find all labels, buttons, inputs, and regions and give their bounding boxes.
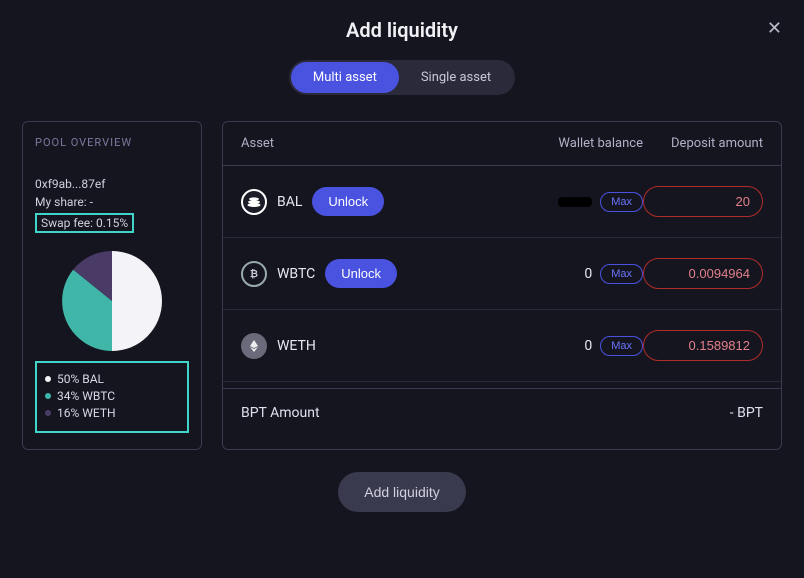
add-liquidity-button[interactable]: Add liquidity [338, 472, 466, 512]
wallet-balance: 0 [584, 338, 592, 354]
wallet-balance [558, 197, 592, 207]
unlock-button[interactable]: Unlock [325, 259, 397, 288]
legend-label: 34% WBTC [57, 389, 115, 403]
deposit-cell [643, 258, 763, 289]
max-button[interactable]: Max [600, 264, 643, 284]
deposit-input[interactable] [643, 186, 763, 217]
pie-chart-svg [62, 251, 162, 351]
deposit-input[interactable] [643, 330, 763, 361]
tabs-inner: Multi asset Single asset [289, 60, 515, 95]
assets-panel: Asset Wallet balance Deposit amount BAL … [222, 121, 782, 450]
modal-header: Add liquidity ✕ [22, 18, 782, 42]
wallet-cell: Max [533, 192, 643, 212]
asset-mode-tabs: Multi asset Single asset [22, 60, 782, 95]
legend-item-bal: 50% BAL [45, 372, 179, 386]
wallet-cell: 0 Max [533, 336, 643, 356]
max-button[interactable]: Max [600, 192, 643, 212]
content-row: POOL OVERVIEW 0xf9ab...87ef My share: - … [22, 121, 782, 450]
wbtc-token-icon: ₿ [241, 261, 267, 287]
bpt-value: - BPT [730, 405, 763, 421]
pool-pie-chart [35, 251, 189, 351]
bal-token-icon [241, 189, 267, 215]
token-symbol: WETH [277, 338, 316, 354]
deposit-input[interactable] [643, 258, 763, 289]
max-button[interactable]: Max [600, 336, 643, 356]
tab-single-asset[interactable]: Single asset [399, 62, 513, 93]
pool-overview-panel: POOL OVERVIEW 0xf9ab...87ef My share: - … [22, 121, 202, 450]
add-liquidity-modal: Add liquidity ✕ Multi asset Single asset… [0, 0, 804, 530]
my-share-label: My share: - [35, 195, 189, 209]
svg-text:₿: ₿ [250, 268, 258, 280]
legend-dot-icon [45, 393, 51, 399]
legend-dot-icon [45, 376, 51, 382]
modal-footer: Add liquidity [22, 472, 782, 512]
asset-cell: BAL Unlock [241, 187, 431, 216]
bpt-label: BPT Amount [241, 405, 320, 421]
close-icon[interactable]: ✕ [767, 20, 782, 38]
th-wallet-balance: Wallet balance [533, 136, 643, 151]
asset-row-bal: BAL Unlock Max [223, 166, 781, 238]
legend-item-weth: 16% WETH [45, 406, 179, 420]
asset-row-wbtc: ₿ WBTC Unlock 0 Max [223, 238, 781, 310]
bpt-amount-row: BPT Amount - BPT [223, 388, 781, 437]
wallet-cell: 0 Max [533, 264, 643, 284]
deposit-cell [643, 330, 763, 361]
pie-slice-bal [112, 251, 162, 351]
deposit-cell [643, 186, 763, 217]
pool-overview-heading: POOL OVERVIEW [35, 136, 189, 149]
token-symbol: WBTC [277, 266, 315, 282]
assets-table-header: Asset Wallet balance Deposit amount [223, 122, 781, 166]
weth-token-icon [241, 333, 267, 359]
th-deposit-amount: Deposit amount [643, 136, 763, 151]
unlock-button[interactable]: Unlock [312, 187, 384, 216]
tab-multi-asset[interactable]: Multi asset [291, 62, 399, 93]
pool-address: 0xf9ab...87ef [35, 177, 189, 191]
wallet-balance: 0 [584, 266, 592, 282]
legend-label: 50% BAL [57, 372, 104, 386]
pool-legend: 50% BAL 34% WBTC 16% WETH [35, 361, 189, 433]
swap-fee-label: Swap fee: 0.15% [35, 213, 134, 233]
asset-row-weth: WETH 0 Max [223, 310, 781, 382]
modal-title: Add liquidity [346, 18, 458, 42]
asset-cell: WETH [241, 333, 431, 359]
asset-cell: ₿ WBTC Unlock [241, 259, 431, 288]
legend-item-wbtc: 34% WBTC [45, 389, 179, 403]
legend-dot-icon [45, 410, 51, 416]
legend-label: 16% WETH [57, 406, 116, 420]
th-asset: Asset [241, 136, 431, 151]
token-symbol: BAL [277, 194, 302, 210]
